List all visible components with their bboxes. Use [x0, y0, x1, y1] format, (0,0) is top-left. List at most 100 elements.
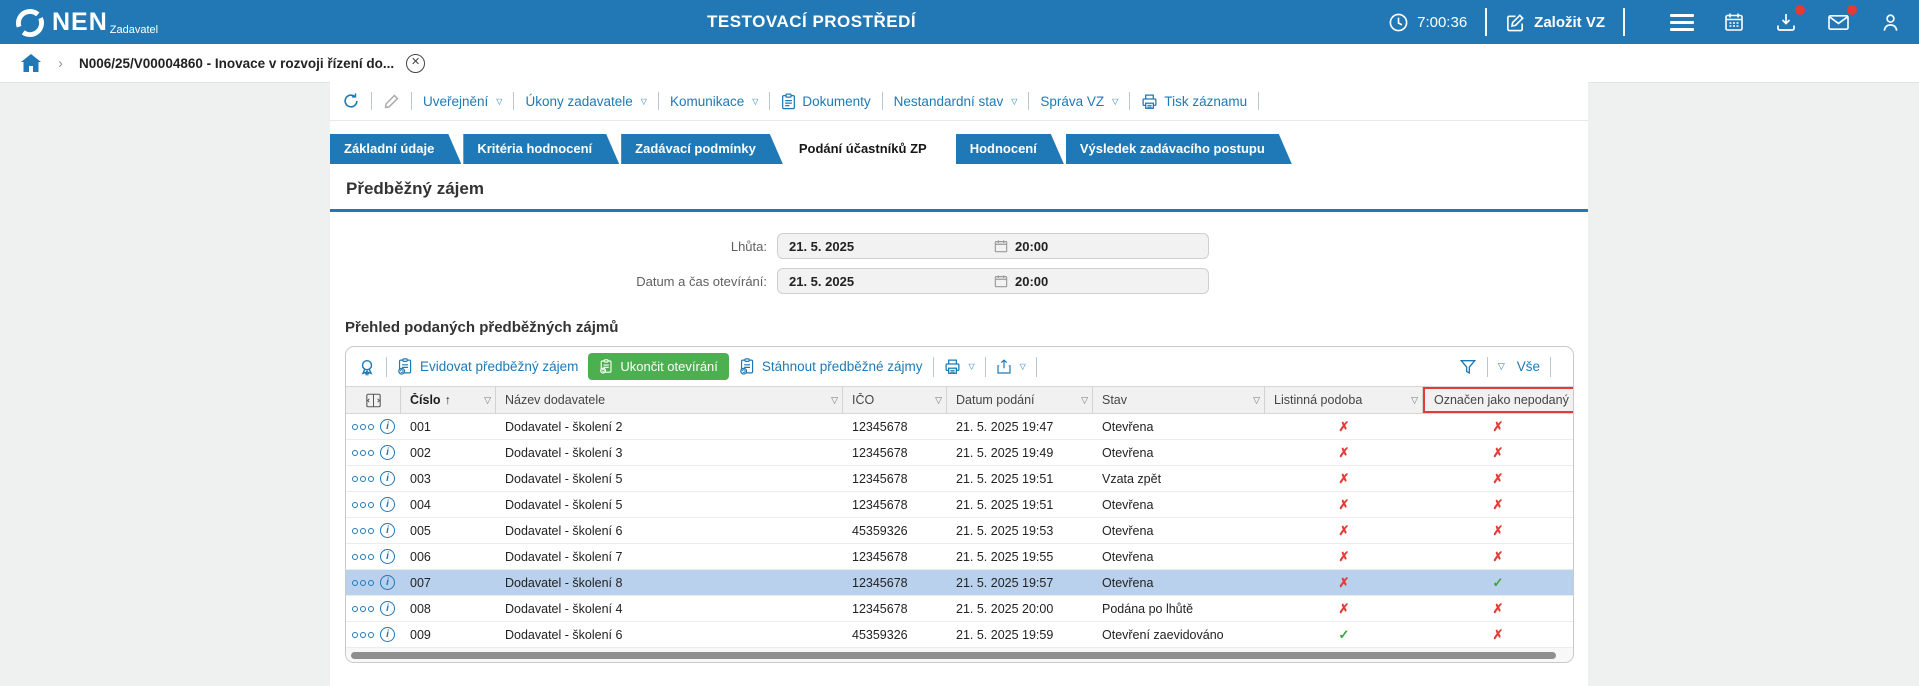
cell-cislo: 004: [410, 497, 431, 512]
table-row[interactable]: i 001 Dodavatel - školení 2 12345678 21.…: [346, 414, 1573, 440]
info-icon[interactable]: i: [380, 419, 395, 434]
tab-kritéria-hodnocení[interactable]: Kritéria hodnocení: [463, 134, 619, 164]
table-row[interactable]: i 003 Dodavatel - školení 5 12345678 21.…: [346, 466, 1573, 492]
table-row[interactable]: i 005 Dodavatel - školení 6 45359326 21.…: [346, 518, 1573, 544]
info-icon[interactable]: i: [380, 523, 395, 538]
menu-sprava-vz[interactable]: Správa VZ ▽: [1040, 94, 1118, 109]
row-menu-icon[interactable]: [352, 423, 374, 430]
calendar-icon[interactable]: [994, 274, 1008, 288]
filter-caret-icon[interactable]: ▽: [831, 395, 838, 406]
history-button[interactable]: [342, 92, 360, 110]
export-button[interactable]: ▽: [996, 358, 1026, 375]
cell-datum: 21. 5. 2025 19:59: [956, 627, 1054, 642]
info-icon[interactable]: i: [380, 471, 395, 486]
download-interests-icon: [739, 358, 756, 375]
inbox-button[interactable]: [1773, 5, 1805, 35]
calendar-icon: [1723, 11, 1745, 33]
info-icon[interactable]: i: [380, 549, 395, 564]
scrollbar-thumb[interactable]: [351, 651, 1556, 659]
profile-button[interactable]: [1877, 9, 1903, 35]
print-record-button[interactable]: Tisk záznamu: [1141, 93, 1247, 110]
menu-komunikace[interactable]: Komunikace ▽: [670, 94, 758, 109]
info-icon[interactable]: i: [380, 601, 395, 616]
row-menu-icon[interactable]: [352, 605, 374, 612]
close-tab-icon[interactable]: ✕: [406, 53, 426, 73]
info-icon[interactable]: i: [380, 445, 395, 460]
seal-icon: [358, 358, 376, 376]
menu-nestandardni-stav[interactable]: Nestandardní stav ▽: [894, 94, 1018, 109]
divider: [657, 92, 659, 110]
column-header[interactable]: Název dodavatele ▽: [496, 387, 843, 413]
column-header[interactable]: Stav ▽: [1093, 387, 1265, 413]
menu-dokumenty[interactable]: Dokumenty: [781, 93, 871, 110]
row-menu-icon[interactable]: [352, 631, 374, 638]
caret-down-icon: ▽: [1011, 96, 1018, 106]
print-table-button[interactable]: ▽: [944, 358, 975, 375]
table-row[interactable]: i 009 Dodavatel - školení 6 45359326 21.…: [346, 622, 1573, 648]
table-row[interactable]: i 008 Dodavatel - školení 4 12345678 21.…: [346, 596, 1573, 622]
filter-caret-icon[interactable]: ▽: [1081, 395, 1088, 406]
column-header[interactable]: IČO ▽: [843, 387, 947, 413]
create-vz-button[interactable]: Založit VZ: [1505, 12, 1605, 33]
cross-icon: ✗: [1338, 496, 1350, 512]
menu-uverejneni[interactable]: Uveřejnění ▽: [423, 94, 502, 109]
column-header[interactable]: Listinná podoba ▽: [1265, 387, 1423, 413]
edit-record-button[interactable]: [383, 93, 400, 110]
filter-caret-icon[interactable]: ▽: [935, 395, 942, 406]
filter-caret-icon[interactable]: ▽: [1411, 395, 1418, 406]
home-icon[interactable]: [20, 53, 42, 73]
calendar-button[interactable]: [1721, 9, 1747, 35]
calendar-icon[interactable]: [994, 239, 1008, 253]
cell-datum: 21. 5. 2025 19:47: [956, 419, 1054, 434]
row-menu-icon[interactable]: [352, 579, 374, 586]
seal-button[interactable]: [358, 358, 376, 376]
cross-icon: ✗: [1338, 522, 1350, 538]
lhuta-datetime-field[interactable]: 21. 5. 2025 20:00: [777, 233, 1209, 259]
cross-icon: ✗: [1338, 548, 1350, 564]
filter-button[interactable]: [1459, 358, 1477, 376]
table-row[interactable]: i 002 Dodavatel - školení 3 12345678 21.…: [346, 440, 1573, 466]
table-row[interactable]: i 006 Dodavatel - školení 7 12345678 21.…: [346, 544, 1573, 570]
column-header[interactable]: Číslo ↑ ▽: [401, 387, 496, 413]
table-row[interactable]: i 007 Dodavatel - školení 8 12345678 21.…: [346, 570, 1573, 596]
tab-výsledek-zadávacího-postupu[interactable]: Výsledek zadávacího postupu: [1066, 134, 1292, 164]
oteviranidatetime-field[interactable]: 21. 5. 2025 20:00: [777, 268, 1209, 294]
tab-podání-účastníků-zp[interactable]: Podání účastníků ZP: [785, 134, 954, 164]
row-menu-icon[interactable]: [352, 501, 374, 508]
info-icon[interactable]: i: [380, 627, 395, 642]
interest-table-card: Evidovat předběžný zájem Ukončit otevírá…: [345, 346, 1574, 663]
cell-nepodany: ✓: [1423, 575, 1573, 591]
filter-caret-icon[interactable]: ▽: [1253, 395, 1260, 406]
tab-zadávací-podmínky[interactable]: Zadávací podmínky: [621, 134, 783, 164]
info-icon[interactable]: i: [380, 497, 395, 512]
download-interests-button[interactable]: Stáhnout předběžné zájmy: [739, 358, 923, 375]
tab-hodnocení[interactable]: Hodnocení: [956, 134, 1064, 164]
row-menu-icon[interactable]: [352, 449, 374, 456]
row-menu-icon[interactable]: [352, 553, 374, 560]
cell-listinna: ✗: [1265, 419, 1423, 435]
filter-all-button[interactable]: ▽ Vše: [1498, 359, 1540, 374]
table-body: i 001 Dodavatel - školení 2 12345678 21.…: [346, 414, 1573, 648]
cross-icon: ✗: [1492, 548, 1504, 564]
cell-stav: Vzata zpět: [1102, 471, 1162, 486]
row-menu-icon[interactable]: [352, 475, 374, 482]
messages-button[interactable]: [1825, 5, 1857, 35]
column-settings-header[interactable]: [346, 387, 401, 413]
column-header[interactable]: Datum podání ▽: [947, 387, 1093, 413]
divider: [1129, 92, 1131, 110]
column-header[interactable]: Označen jako nepodaný: [1423, 387, 1573, 413]
finish-opening-button[interactable]: Ukončit otevírání: [588, 353, 729, 380]
filter-caret-icon[interactable]: ▽: [484, 395, 491, 406]
cross-icon: ✗: [1492, 444, 1504, 460]
table-row[interactable]: i 004 Dodavatel - školení 5 12345678 21.…: [346, 492, 1573, 518]
info-icon[interactable]: i: [380, 575, 395, 590]
register-interest-button[interactable]: Evidovat předběžný zájem: [397, 358, 578, 375]
breadcrumb-tab-title[interactable]: N006/25/V00004860 - Inovace v rozvoji ří…: [79, 56, 394, 71]
tab-základní-údaje[interactable]: Základní údaje: [330, 134, 461, 164]
menu-button[interactable]: [1669, 9, 1695, 35]
menu-ukony-zadavatele[interactable]: Úkony zadavatele ▽: [525, 94, 646, 109]
row-menu-icon[interactable]: [352, 527, 374, 534]
nen-logo[interactable]: NEN Zadavatel: [0, 2, 158, 42]
cell-stav: Otevřena: [1102, 575, 1154, 590]
cell-ico: 12345678: [852, 601, 908, 616]
